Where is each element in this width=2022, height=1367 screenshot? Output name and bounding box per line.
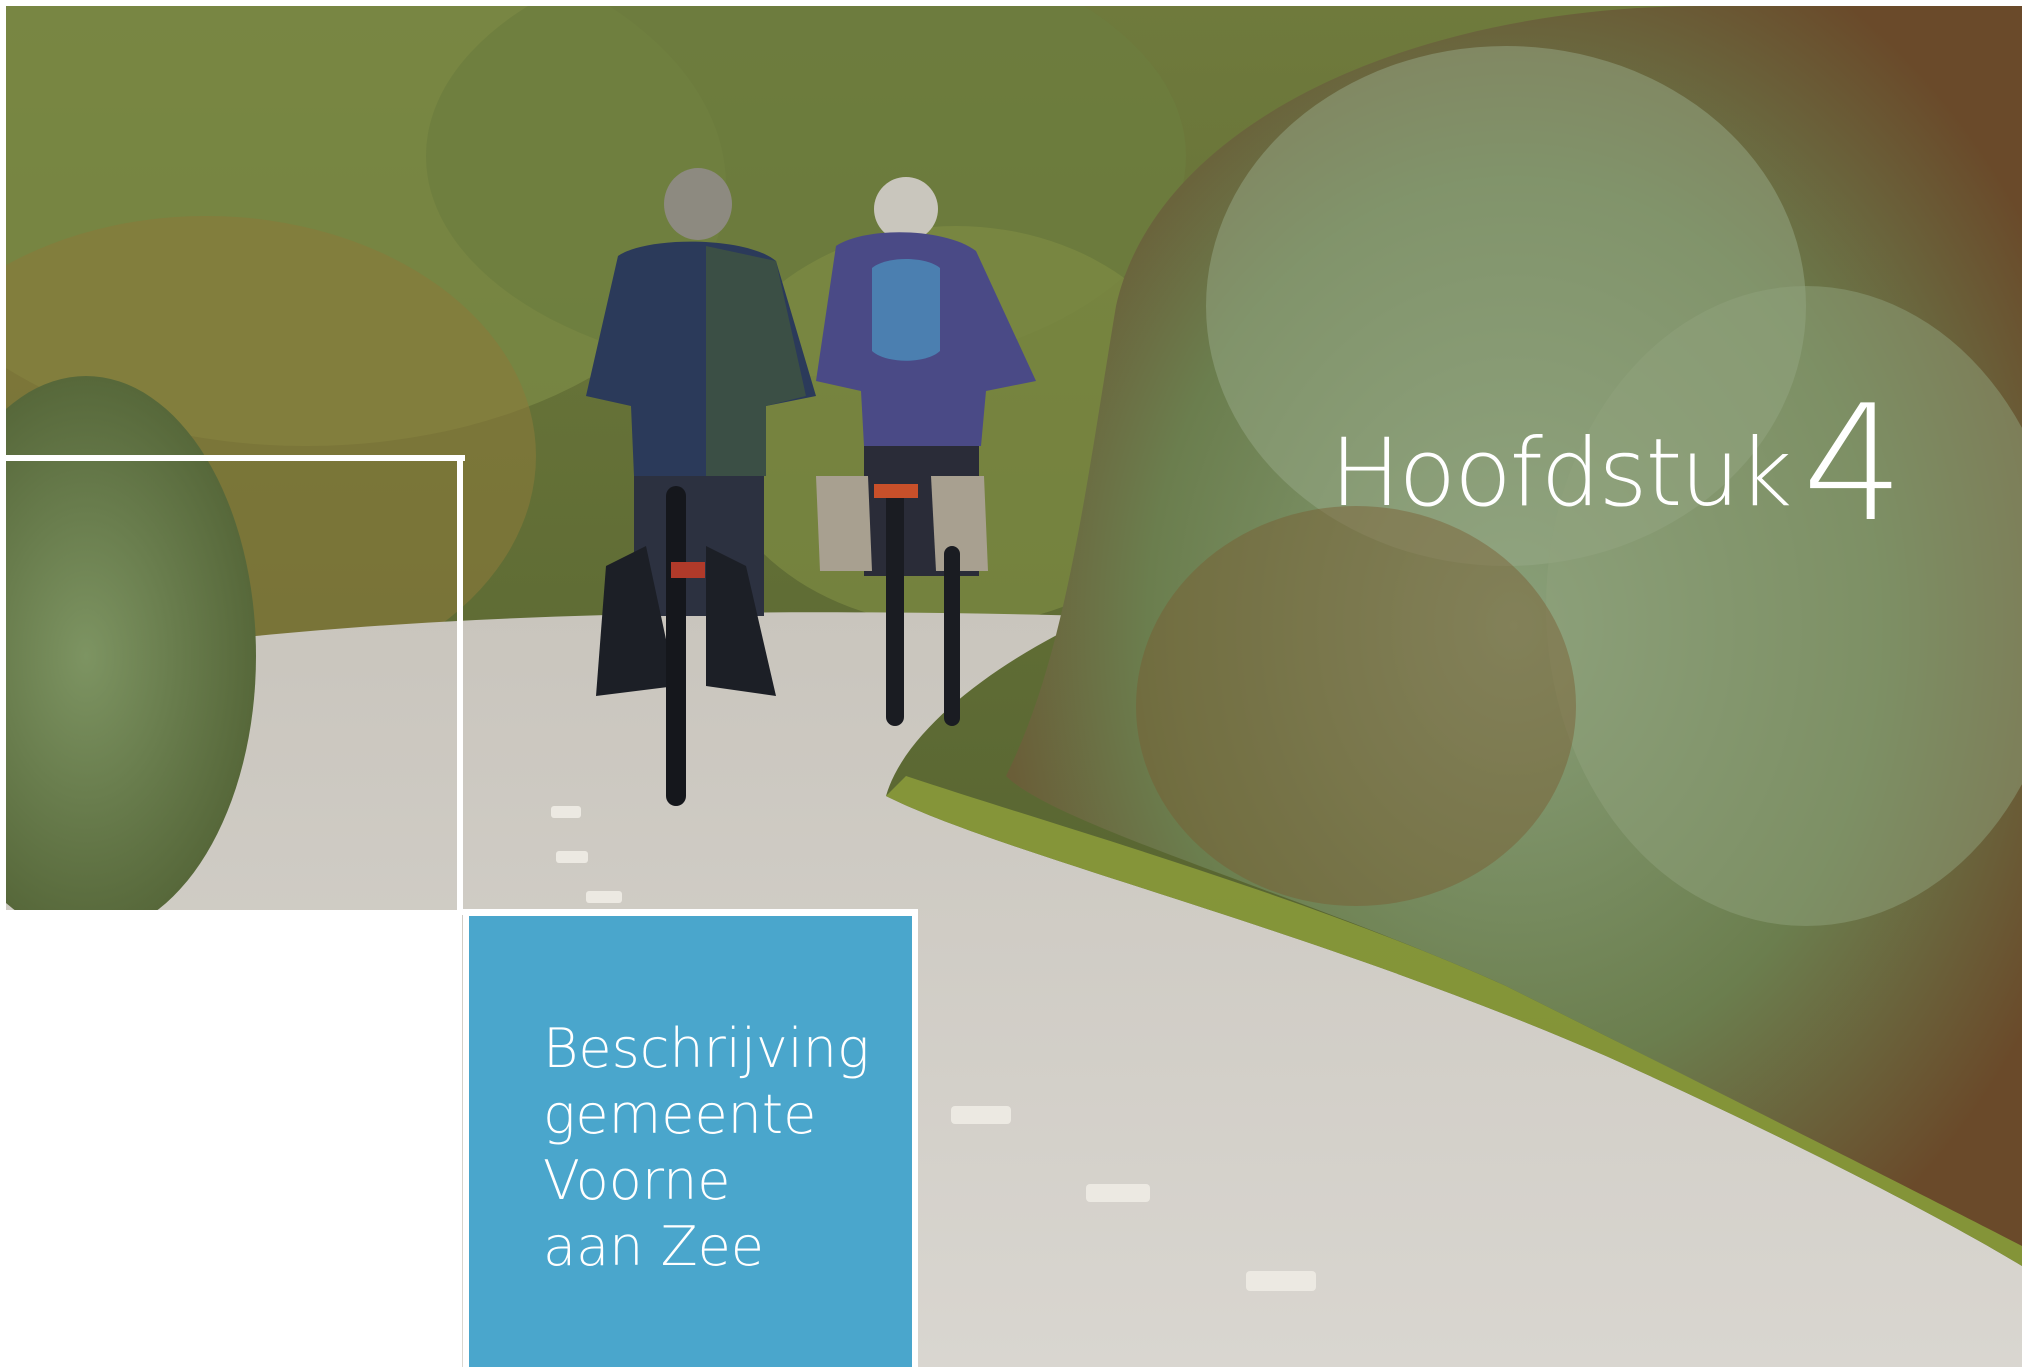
title-line-2: gemeente xyxy=(543,1083,817,1146)
title-line-4: aan Zee xyxy=(543,1215,765,1278)
white-panel xyxy=(0,910,462,1367)
title-box: Beschrijving gemeente Voorne aan Zee xyxy=(469,916,912,1367)
frame-line-vertical xyxy=(457,455,463,915)
title-line-1: Beschrijving xyxy=(543,1017,870,1080)
chapter-word: Hoofdstuk xyxy=(1330,419,1792,528)
chapter-title: Beschrijving gemeente Voorne aan Zee xyxy=(543,1016,869,1280)
frame-line-horizontal xyxy=(6,455,465,461)
title-line-3: Voorne xyxy=(543,1149,731,1212)
chapter-number: 4 xyxy=(1802,370,1905,557)
chapter-heading: Hoofdstuk4 xyxy=(1330,370,1904,557)
